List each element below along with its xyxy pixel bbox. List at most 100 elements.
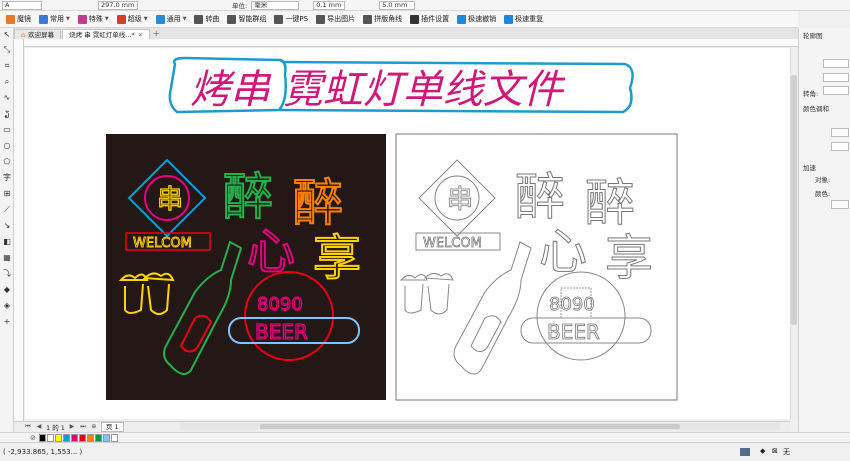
outline-xiang: 享 <box>605 230 653 286</box>
property-bar: A 297.0 mm 单位: 毫米 0.1 mm 5.0 mm <box>0 0 850 11</box>
contour-steps-field[interactable] <box>823 59 849 68</box>
accel-checkbox[interactable] <box>831 200 849 209</box>
drawing-canvas[interactable]: 烤串 霓虹灯单线文件 串 WELCOM 醉 醉 心 享 8090 BEER 串 … <box>25 48 790 419</box>
outline-color-field[interactable] <box>831 128 849 137</box>
next-page-icon[interactable]: ▶ <box>68 423 76 431</box>
plugin-button-label: 一键PS <box>285 15 309 23</box>
shadow-tool-icon[interactable]: ◧ <box>2 237 12 247</box>
toolbox: ↖ ⤡ ⌗ ⌕ ∿ ຽ ▭ ○ ⬠ 字 ⊞ ⟋ ↘ ◧ ▦ ⤵ ◆ ◈ + <box>0 28 14 433</box>
table-tool-icon[interactable]: ⊞ <box>2 189 12 199</box>
neon-beer-text: BEER <box>255 320 308 344</box>
outline-8090-text: 8090 <box>549 294 595 315</box>
chevron-down-icon[interactable]: ▼ <box>183 16 187 22</box>
group-icon <box>227 14 237 24</box>
palette-swatch[interactable] <box>62 433 70 442</box>
page-tab[interactable]: 页 1 <box>100 422 124 432</box>
palette-swatch[interactable] <box>46 433 54 442</box>
palette-swatch[interactable] <box>38 433 46 442</box>
neon-xiang: 享 <box>313 230 361 286</box>
contour-offset-field[interactable] <box>823 73 849 82</box>
plugin-button-label: 极速撤销 <box>468 15 497 23</box>
freehand-tool-icon[interactable]: ∿ <box>2 93 12 103</box>
plugin-button-1[interactable]: 常用 ▼ <box>35 12 74 27</box>
plugin-button-5[interactable]: 转曲 <box>190 12 223 27</box>
outline-pen-icon: ◆ <box>760 447 766 455</box>
plugin-button-11[interactable]: 极速撤销 <box>453 12 500 27</box>
unit-select[interactable]: 毫米 <box>251 0 300 10</box>
ellipse-tool-icon[interactable]: ○ <box>2 141 12 151</box>
palette-swatch[interactable] <box>94 433 102 442</box>
chevron-down-icon[interactable]: ▼ <box>66 16 70 22</box>
palette-swatch[interactable] <box>86 433 94 442</box>
fill-tool-icon[interactable]: ◆ <box>2 285 12 295</box>
plugin-button-4[interactable]: 通用 ▼ <box>152 12 191 27</box>
palette-swatch[interactable] <box>78 433 86 442</box>
plugin-button-label: 插件设置 <box>421 15 450 23</box>
dimension-tool-icon[interactable]: ⟋ <box>2 205 12 215</box>
polygon-tool-icon[interactable]: ⬠ <box>2 157 12 167</box>
plugin-button-6[interactable]: 智能群组 <box>223 12 270 27</box>
horizontal-ruler[interactable] <box>24 39 798 47</box>
shape-tool-icon[interactable]: ⤡ <box>2 45 12 55</box>
chevron-down-icon[interactable]: ▼ <box>144 16 148 22</box>
add-page-icon[interactable]: ⊕ <box>90 423 98 431</box>
horizontal-scroll-thumb[interactable] <box>260 424 680 429</box>
nudge-field[interactable]: 0.1 mm <box>313 0 346 10</box>
plugin-button-label: 拼版角线 <box>374 15 403 23</box>
docker-title: 轮廓图 <box>803 32 823 40</box>
font-field[interactable]: A <box>2 0 42 10</box>
plugin-button-7[interactable]: 一键PS <box>270 12 312 27</box>
palette-swatch[interactable] <box>110 433 118 442</box>
palette-swatch[interactable] <box>54 433 62 442</box>
transparency-tool-icon[interactable]: ▦ <box>2 253 12 263</box>
accel-label: 加速 <box>803 164 816 172</box>
artistic-media-icon[interactable]: ຽ <box>2 109 12 119</box>
neon-chuan-glyph: 串 <box>157 185 183 215</box>
plugin-button-8[interactable]: 导出图片 <box>312 12 359 27</box>
plugin-button-label: 超级 <box>127 15 142 23</box>
plugin-button-label: 常用 <box>50 15 64 23</box>
duplicate-distance-field[interactable]: 5.0 mm <box>379 0 416 10</box>
prev-page-icon[interactable]: ◀ <box>35 423 43 431</box>
mirror-icon <box>6 14 15 24</box>
plugin-button-3[interactable]: 超级 ▼ <box>113 12 152 27</box>
tab-welcome[interactable]: ⌂ 欢迎屏幕 <box>14 29 62 39</box>
tab-document[interactable]: 烧烤 串 霓虹灯单线...* ✕ <box>62 29 151 40</box>
eyedropper-tool-icon[interactable]: ⤵ <box>2 269 12 279</box>
corner-select[interactable] <box>823 86 849 95</box>
vertical-ruler[interactable] <box>14 39 24 421</box>
outline-zui-2: 醉 <box>585 174 635 232</box>
outline-beer-text: BEER <box>547 320 600 344</box>
text-tool-icon[interactable]: 字 <box>2 173 12 183</box>
tab-label: 欢迎屏幕 <box>28 30 55 39</box>
vertical-scroll-thumb[interactable] <box>791 75 797 325</box>
new-tab-button[interactable]: + <box>151 29 161 39</box>
page-height-field[interactable]: 297.0 mm <box>98 0 138 10</box>
crop-tool-icon[interactable]: ⌗ <box>2 61 12 71</box>
no-color-icon[interactable]: ⊘ <box>30 434 36 442</box>
outline-zui-1: 醉 <box>515 168 565 226</box>
cursor-coordinates: ( -2,933.865, 1,553... ) <box>3 448 83 456</box>
zoom-tool-icon[interactable]: ⌕ <box>2 77 12 87</box>
add-tool-icon[interactable]: + <box>2 317 12 327</box>
last-page-icon[interactable]: ⏭ <box>79 423 87 431</box>
plugin-button-12[interactable]: 极速重复 <box>500 12 547 27</box>
rectangle-tool-icon[interactable]: ▭ <box>2 125 12 135</box>
color-palette: ⊘ <box>0 432 850 442</box>
first-page-icon[interactable]: ⏮ <box>24 423 32 431</box>
plugin-button-9[interactable]: 拼版角线 <box>359 12 406 27</box>
close-icon[interactable]: ✕ <box>138 30 143 40</box>
palette-swatch[interactable] <box>102 433 110 442</box>
palette-swatch[interactable] <box>70 433 78 442</box>
chevron-down-icon[interactable]: ▼ <box>105 16 109 22</box>
fill-color-field[interactable] <box>831 142 849 151</box>
color-blend-label: 颜色调和 <box>803 105 829 113</box>
corner-label: 转角: <box>803 90 819 98</box>
connector-tool-icon[interactable]: ↘ <box>2 221 12 231</box>
smart-fill-icon[interactable]: ◈ <box>2 301 12 311</box>
plugin-button-0[interactable]: 魔镜 <box>2 12 35 27</box>
plugin-button-10[interactable]: 插件设置 <box>406 12 453 27</box>
plugin-button-2[interactable]: 特殊 ▼ <box>74 12 113 27</box>
outline-none-icon: ⊠ <box>772 447 778 455</box>
pick-tool-icon[interactable]: ↖ <box>2 30 12 40</box>
